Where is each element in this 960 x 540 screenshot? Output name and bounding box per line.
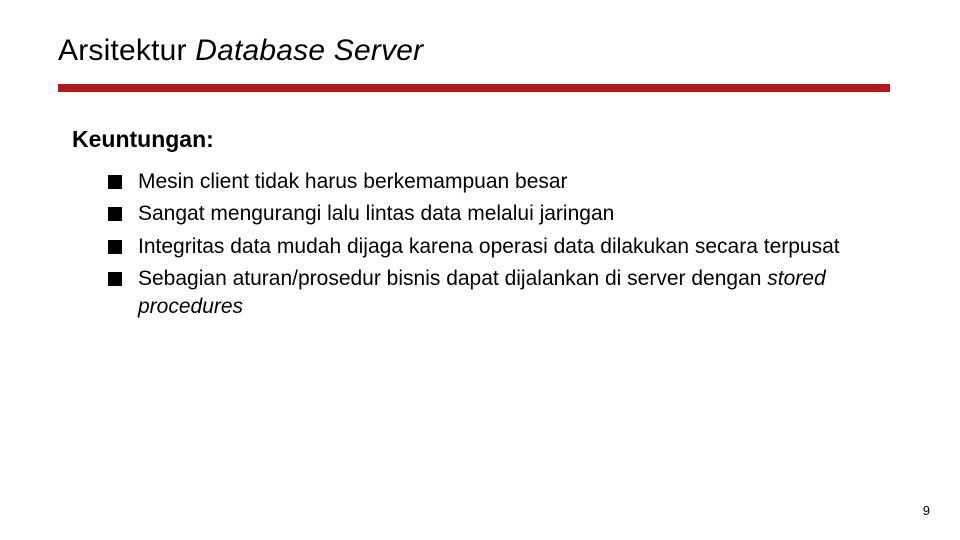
section-heading: Keuntungan: — [72, 126, 214, 153]
list-item: Sebagian aturan/prosedur bisnis dapat di… — [108, 265, 868, 322]
list-item-text: Mesin client tidak harus berkemampuan be… — [138, 168, 568, 196]
square-bullet-icon — [108, 240, 122, 254]
list-item-text: Sangat mengurangi lalu lintas data melal… — [138, 200, 614, 228]
list-item-text-pre: Sebagian aturan/prosedur bisnis dapat di… — [138, 267, 767, 290]
title-plain: Arsitektur — [58, 34, 195, 67]
bullet-list: Mesin client tidak harus berkemampuan be… — [108, 168, 868, 326]
list-item-text: Integritas data mudah dijaga karena oper… — [138, 233, 840, 261]
square-bullet-icon — [108, 272, 122, 286]
title-italic: Database Server — [195, 34, 423, 67]
list-item: Sangat mengurangi lalu lintas data melal… — [108, 200, 868, 228]
list-item-text: Sebagian aturan/prosedur bisnis dapat di… — [138, 265, 868, 322]
list-item: Integritas data mudah dijaga karena oper… — [108, 233, 868, 261]
slide-title: Arsitektur Database Server — [58, 34, 423, 68]
title-divider — [58, 84, 890, 92]
square-bullet-icon — [108, 207, 122, 221]
square-bullet-icon — [108, 175, 122, 189]
list-item: Mesin client tidak harus berkemampuan be… — [108, 168, 868, 196]
page-number: 9 — [923, 503, 930, 518]
slide: Arsitektur Database Server Keuntungan: M… — [0, 0, 960, 540]
